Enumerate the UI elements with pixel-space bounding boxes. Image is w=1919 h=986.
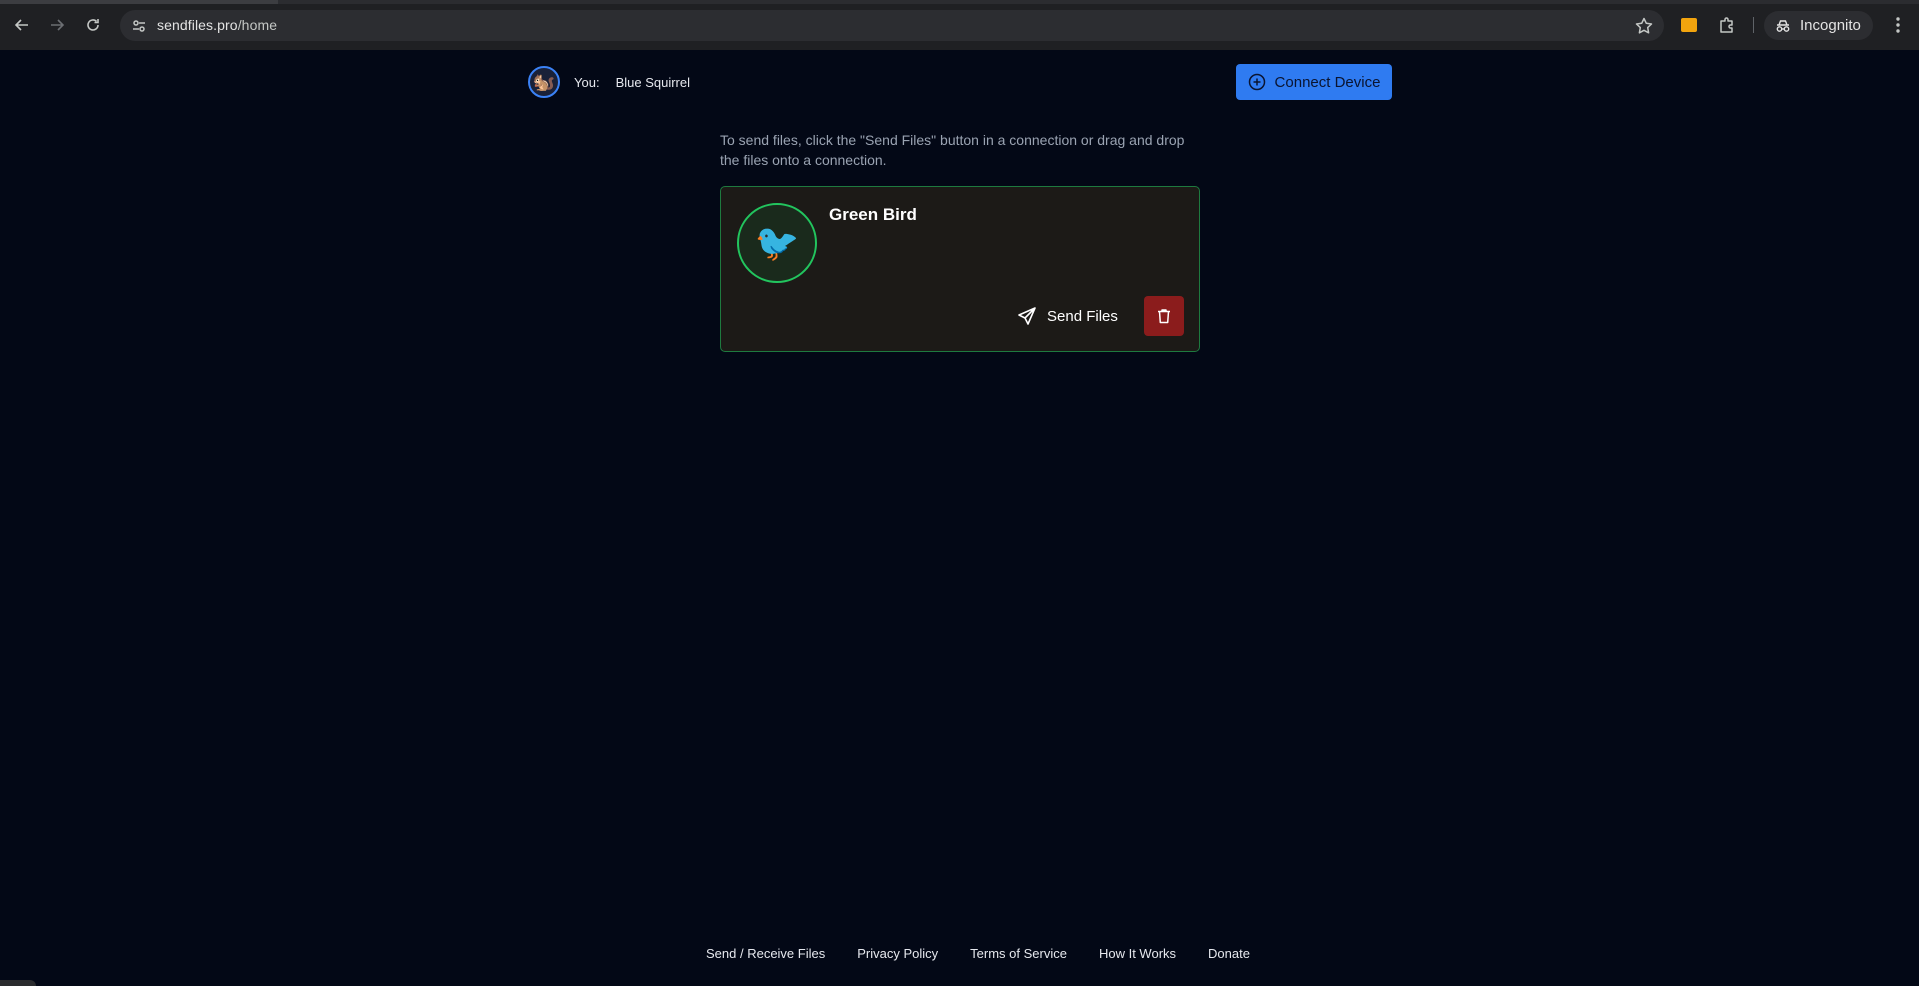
status-corner xyxy=(0,980,36,986)
arrow-left-icon xyxy=(14,19,28,31)
toolbar-divider xyxy=(1753,17,1754,33)
footer-link-privacy[interactable]: Privacy Policy xyxy=(857,946,938,961)
puzzle-icon[interactable] xyxy=(1717,15,1737,35)
url-text[interactable]: sendfiles.pro/home xyxy=(157,17,277,33)
connection-name: Green Bird xyxy=(829,205,917,224)
connect-device-button[interactable]: Connect Device xyxy=(1236,64,1392,100)
back-button[interactable] xyxy=(10,13,34,37)
forward-button[interactable] xyxy=(45,13,69,37)
extension-icon[interactable] xyxy=(1681,18,1697,32)
incognito-badge[interactable]: Incognito xyxy=(1764,11,1873,40)
connect-device-label: Connect Device xyxy=(1274,73,1381,91)
kebab-menu-icon[interactable] xyxy=(1888,15,1908,35)
star-icon[interactable] xyxy=(1634,16,1654,36)
footer-link-send-receive[interactable]: Send / Receive Files xyxy=(706,946,825,961)
user-avatar: 🐿️ xyxy=(528,66,560,98)
incognito-icon xyxy=(1776,19,1790,32)
active-tab-indicator[interactable] xyxy=(0,0,278,4)
connection-avatar: 🐦 xyxy=(737,203,817,283)
send-files-label: Send Files xyxy=(1047,307,1118,325)
send-files-button[interactable]: Send Files xyxy=(1017,303,1118,329)
footer-link-terms[interactable]: Terms of Service xyxy=(970,946,1067,961)
send-icon xyxy=(1018,307,1036,325)
url-path: /home xyxy=(237,17,278,33)
delete-connection-button[interactable] xyxy=(1144,296,1184,336)
trash-icon xyxy=(1158,309,1170,324)
reload-button[interactable] xyxy=(81,13,105,37)
tab-strip xyxy=(0,0,1919,4)
footer-nav: Send / Receive Files Privacy Policy Term… xyxy=(706,946,1250,961)
current-user: 🐿️ You: Blue Squirrel xyxy=(528,66,690,98)
url-host: sendfiles.pro xyxy=(157,17,238,33)
instructions-text: To send files, click the "Send Files" bu… xyxy=(720,132,1185,168)
connection-card[interactable]: 🐦 Green Bird Send Files xyxy=(720,186,1200,352)
tune-icon[interactable] xyxy=(130,17,148,35)
footer-link-donate[interactable]: Donate xyxy=(1208,946,1250,961)
reload-icon xyxy=(87,19,99,31)
arrow-right-icon xyxy=(51,19,65,31)
incognito-label: Incognito xyxy=(1800,17,1861,34)
browser-toolbar: sendfiles.pro/home Incognito xyxy=(0,0,1919,50)
you-label: You: xyxy=(574,74,600,90)
footer-link-how-it-works[interactable]: How It Works xyxy=(1099,946,1176,961)
plus-circle-icon xyxy=(1248,73,1265,91)
user-name: Blue Squirrel xyxy=(615,74,690,90)
address-bar[interactable]: sendfiles.pro/home xyxy=(120,10,1664,41)
